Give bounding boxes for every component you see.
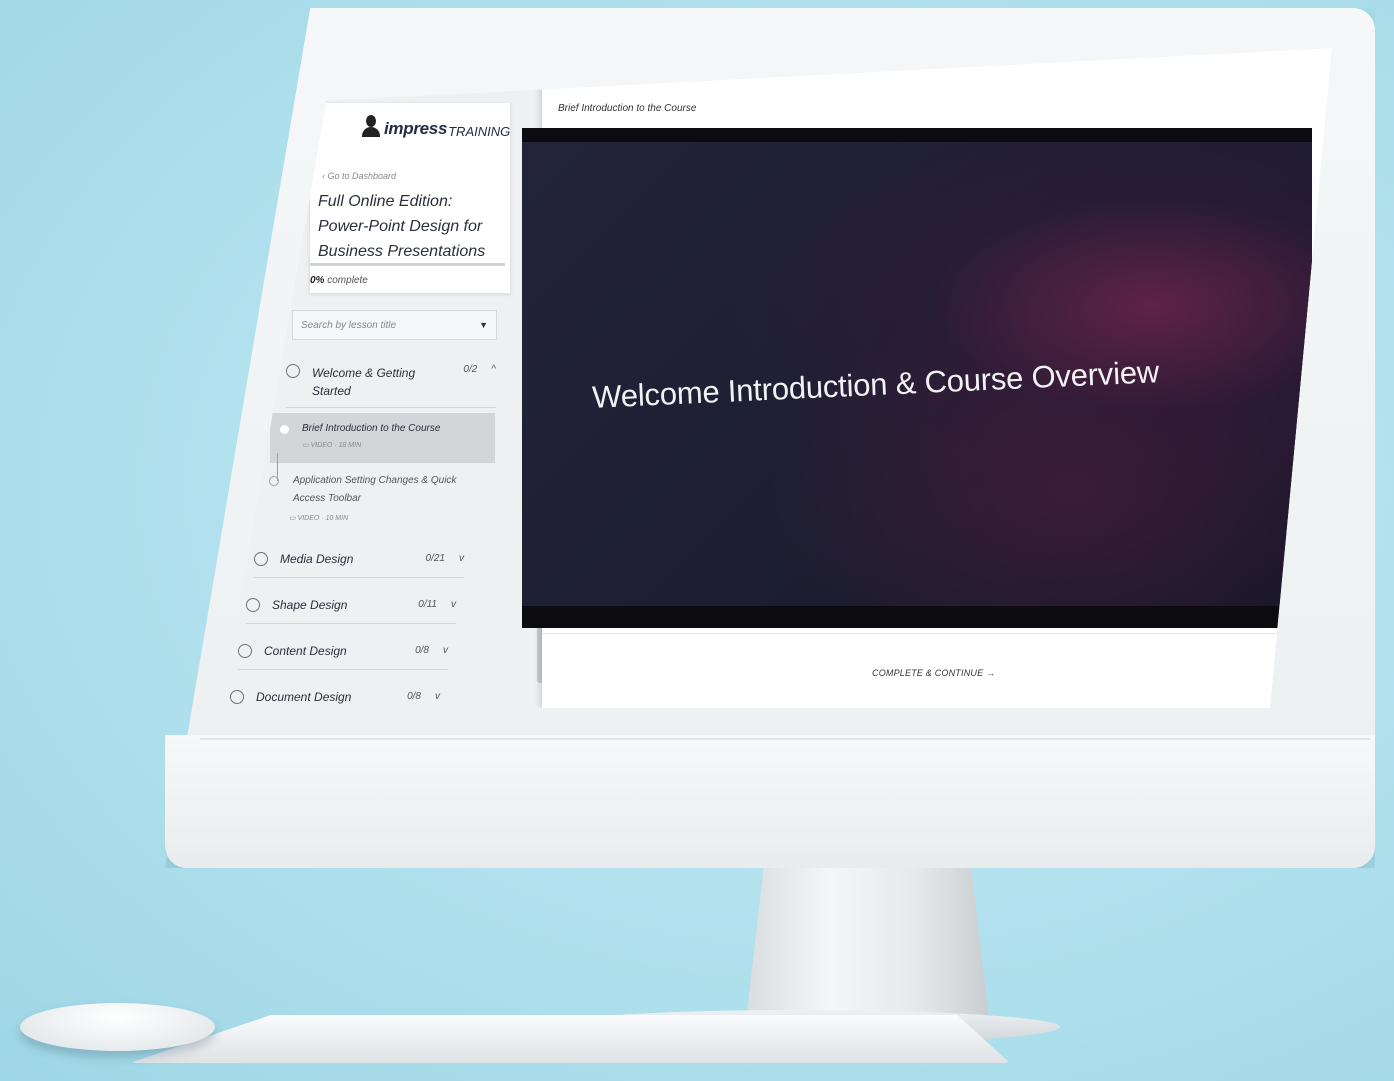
section-count: 0/8: [407, 691, 421, 702]
lesson-meta: ▭ VIDEO · 18 MIN: [302, 442, 362, 449]
course-title: Full Online Edition: Power-Point Design …: [318, 193, 486, 260]
keyboard: [130, 1015, 1010, 1063]
lesson-status-icon: [280, 425, 289, 434]
chevron-up-icon[interactable]: ^: [491, 364, 496, 375]
section-count: 0/2: [463, 364, 478, 375]
chevron-down-icon[interactable]: v: [451, 599, 456, 610]
lesson-search-input[interactable]: Search by lesson title ▼: [292, 310, 497, 340]
course-info-card: impress TRAINING ‹ Go to Dashboard Full …: [310, 103, 510, 293]
logo-text-impress: impress: [384, 119, 448, 138]
progress-text: 0% complete: [310, 275, 368, 286]
chevron-down-icon[interactable]: v: [443, 645, 448, 656]
search-placeholder: Search by lesson title: [301, 319, 397, 331]
section-status-icon: [230, 689, 244, 704]
lesson-title: Brief Introduction to the Course: [302, 423, 441, 434]
lesson-status-icon: [269, 476, 279, 486]
screen: impress TRAINING ‹ Go to Dashboard Full …: [222, 48, 1332, 708]
section-status-icon: [254, 551, 268, 566]
monitor-chin-divider: [200, 738, 1370, 740]
section-status-icon: [246, 597, 260, 612]
lesson-meta: ▭ VIDEO · 10 MIN: [289, 515, 349, 522]
section-title: Shape Design: [272, 597, 348, 612]
section-count: 0/8: [415, 645, 429, 656]
lesson-item-active[interactable]: Brief Introduction to the Course ▭ VIDEO…: [270, 413, 495, 463]
section-count: 0/21: [425, 553, 445, 564]
video-title: Welcome Introduction & Course Overview: [591, 354, 1160, 415]
progress-bar: [310, 263, 505, 266]
section-shape-design[interactable]: Shape Design 0/11 v: [246, 586, 456, 624]
lesson-meta-text: VIDEO · 10 MIN: [297, 515, 349, 522]
lesson-meta-text: VIDEO · 18 MIN: [310, 442, 362, 449]
lesson-heading: Brief Introduction to the Course: [558, 103, 697, 114]
progress-percent: 0%: [310, 275, 325, 286]
go-to-dashboard-link[interactable]: ‹ Go to Dashboard: [322, 171, 396, 181]
video-player[interactable]: Welcome Introduction & Course Overview: [522, 128, 1312, 628]
section-status-icon: [286, 364, 300, 378]
person-logo-icon: [360, 115, 382, 139]
section-status-icon: [238, 643, 252, 658]
video-frame: Welcome Introduction & Course Overview: [522, 142, 1312, 606]
section-media-design[interactable]: Media Design 0/21 v: [254, 540, 464, 578]
logo-text-training: TRAINING: [448, 124, 511, 139]
section-title: Media Design: [280, 551, 354, 566]
section-title: Document Design: [256, 689, 352, 704]
monitor-stand-neck: [745, 860, 990, 1030]
lesson-item[interactable]: Application Setting Changes & Quick Acce…: [267, 468, 492, 528]
impress-training-logo[interactable]: impress TRAINING: [360, 115, 510, 139]
section-welcome-getting-started[interactable]: Welcome & Getting Started 0/2 ^: [286, 358, 496, 408]
monitor-chin: [165, 735, 1375, 868]
complete-continue-button[interactable]: COMPLETE & CONTINUE →: [872, 668, 995, 678]
progress-label: complete: [327, 275, 368, 286]
section-content-design[interactable]: Content Design 0/8 v: [238, 632, 448, 670]
lesson-title: Application Setting Changes & Quick Acce…: [293, 475, 457, 504]
mouse: [20, 1003, 215, 1051]
section-title: Content Design: [264, 643, 347, 658]
section-title: Welcome & Getting Started: [312, 366, 416, 398]
lesson-content: Brief Introduction to the Course Welcome…: [522, 48, 1332, 708]
section-count: 0/11: [418, 599, 437, 610]
chevron-down-icon[interactable]: v: [435, 691, 440, 702]
lesson-footer: COMPLETE & CONTINUE →: [542, 633, 1332, 708]
chevron-down-icon[interactable]: v: [459, 553, 464, 564]
section-document-design[interactable]: Document Design 0/8 v: [230, 678, 440, 708]
caret-down-icon[interactable]: ▼: [479, 320, 488, 330]
